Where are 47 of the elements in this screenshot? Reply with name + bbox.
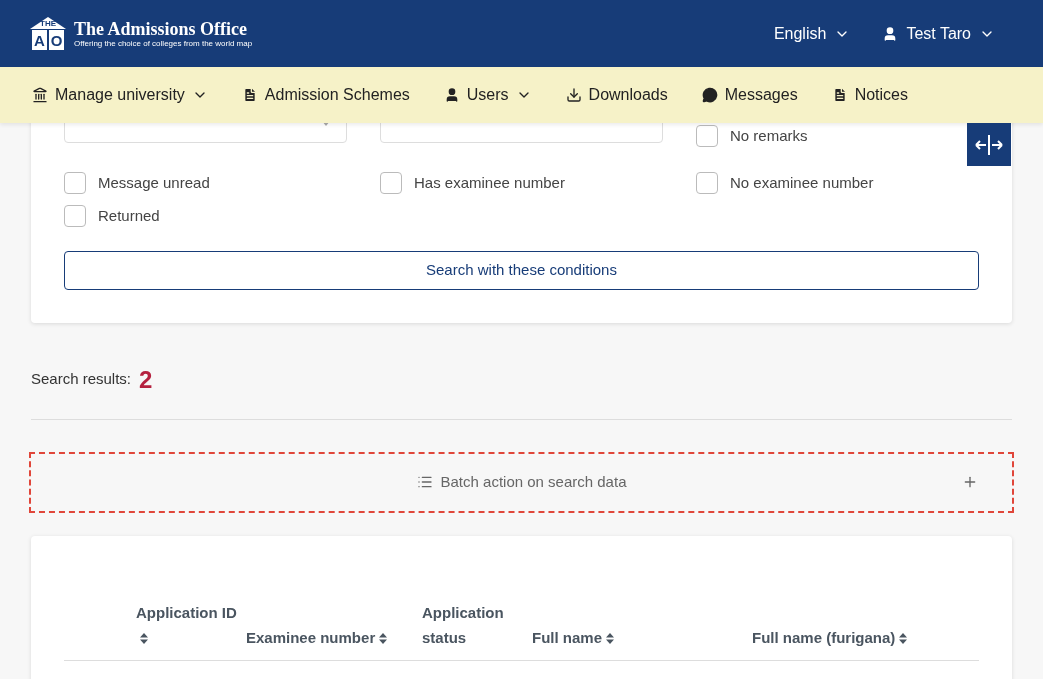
nav-item[interactable]: Users bbox=[443, 83, 532, 107]
expand-icon bbox=[962, 474, 978, 490]
sort-icon[interactable] bbox=[899, 633, 908, 645]
nav-item[interactable]: Downloads bbox=[565, 83, 668, 107]
logo-letter: A bbox=[32, 30, 47, 50]
checkbox[interactable] bbox=[64, 171, 86, 194]
logo[interactable]: THE A O The Admissions Office Offering the choice of colleges from the world map bbox=[30, 17, 253, 50]
nav-item[interactable]: Manage university bbox=[32, 83, 208, 107]
sort-icon[interactable] bbox=[606, 633, 614, 645]
checkbox[interactable] bbox=[696, 125, 718, 148]
bank-icon bbox=[32, 87, 48, 103]
site-title: The Admissions Office bbox=[74, 17, 248, 40]
search-button[interactable]: Search with these conditions bbox=[64, 250, 979, 290]
batch-action-panel[interactable]: Batch action on search data bbox=[29, 451, 1014, 513]
download-icon bbox=[565, 87, 582, 103]
horizontal-arrows-icon bbox=[974, 133, 1004, 156]
results-label: Search results: bbox=[31, 369, 132, 390]
checkbox[interactable] bbox=[380, 171, 402, 194]
nav-item[interactable]: Messages bbox=[701, 83, 798, 107]
column-header[interactable]: Full name bbox=[532, 624, 752, 650]
list-icon bbox=[416, 474, 433, 490]
checkbox-option[interactable]: Message unread bbox=[64, 171, 210, 194]
nav-item[interactable]: Notices bbox=[831, 83, 908, 107]
logo-letter: O bbox=[49, 30, 64, 50]
checkbox-option[interactable]: Returned bbox=[64, 205, 160, 228]
sort-icon[interactable] bbox=[140, 633, 148, 645]
resize-toggle-button[interactable] bbox=[967, 123, 1011, 166]
user-menu[interactable]: Test Taro bbox=[882, 21, 995, 46]
document-icon bbox=[831, 87, 848, 103]
site-tagline: Offering the choice of colleges from the world map bbox=[74, 40, 253, 48]
language-menu[interactable]: English bbox=[773, 21, 851, 46]
checkbox[interactable] bbox=[64, 205, 86, 228]
results-count: 2 bbox=[139, 364, 153, 395]
document-icon bbox=[241, 87, 258, 103]
logo-mark-text: THE bbox=[40, 20, 56, 28]
sort-icon[interactable] bbox=[379, 633, 388, 645]
column-header[interactable]: Application ID bbox=[64, 599, 246, 650]
batch-action-label: Batch action on search data bbox=[440, 471, 627, 492]
checkbox-option[interactable]: No remarks bbox=[696, 125, 808, 148]
column-header: Application status bbox=[422, 602, 505, 648]
nav-item[interactable]: Admission Schemes bbox=[241, 83, 410, 107]
column-header[interactable]: Examinee number bbox=[246, 624, 422, 650]
column-header[interactable]: Full name (furigana) bbox=[752, 624, 952, 650]
checkbox[interactable] bbox=[696, 171, 718, 194]
speech-bubble-icon bbox=[701, 87, 718, 103]
checkbox-option[interactable]: Has examinee number bbox=[380, 171, 565, 194]
checkbox-option[interactable]: No examinee number bbox=[696, 171, 874, 194]
